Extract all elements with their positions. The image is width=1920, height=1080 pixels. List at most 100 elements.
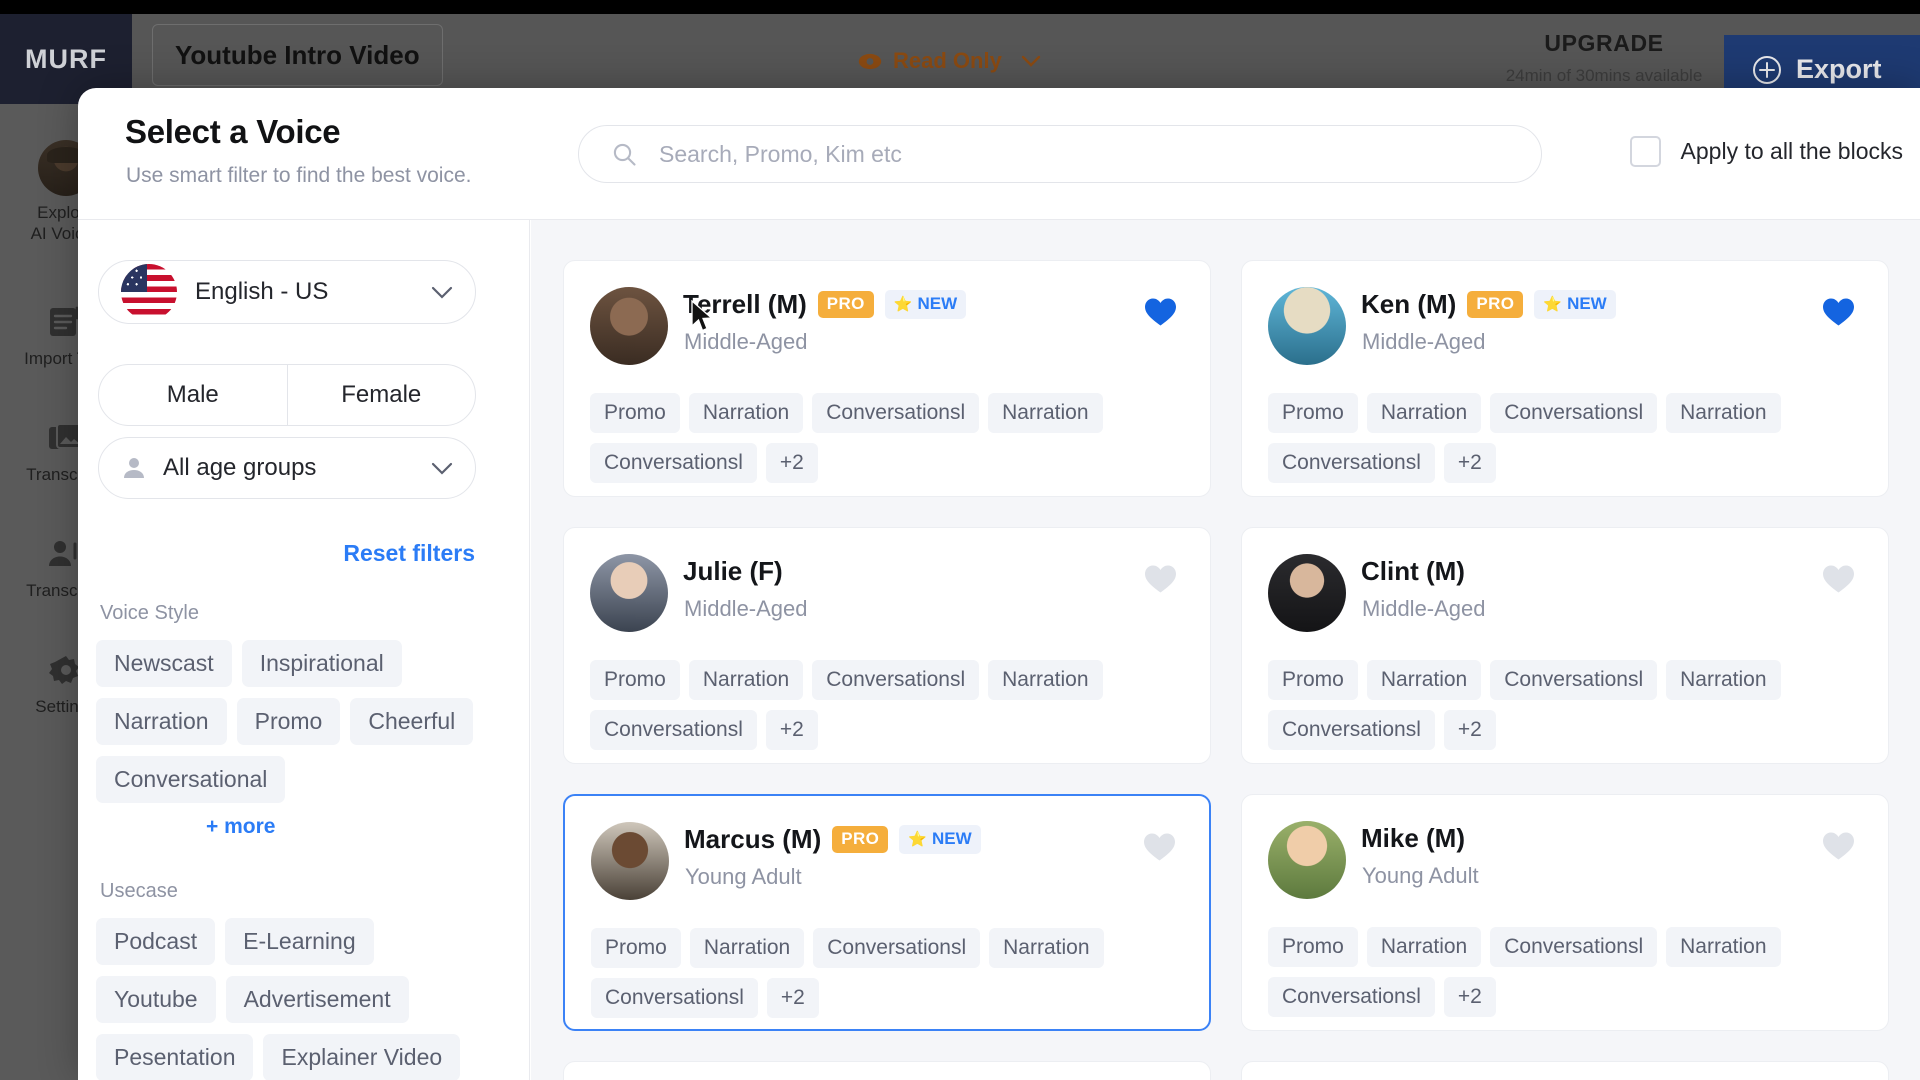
voice-style-chip-4[interactable]: Cheerful — [350, 698, 474, 745]
voice-name: Marcus (M) PRO ⭐ NEW — [684, 824, 981, 855]
favorite-heart-icon[interactable] — [1822, 831, 1855, 861]
voice-tag-2: Conversationsl — [1490, 927, 1658, 967]
voice-tag-5: +2 — [766, 978, 819, 1018]
age-group-value: All age groups — [163, 454, 317, 481]
voice-age-group: Middle-Aged — [1362, 329, 1486, 354]
favorite-heart-icon[interactable] — [1143, 832, 1176, 862]
pro-badge: PRO — [817, 291, 874, 318]
language-select[interactable]: English - US — [98, 260, 476, 324]
voice-card[interactable]: Mike (M) Young Adult Promo Narration Convers… — [1241, 794, 1889, 1031]
person-icon — [124, 458, 144, 478]
star-icon: ⭐ — [1543, 296, 1563, 313]
voice-cards-pane[interactable]: Terrell (M) PRO ⭐ NEW Middle-Aged Promo Narrat… — [531, 220, 1920, 1080]
voice-name-label: Marcus (M) — [684, 824, 822, 854]
favorite-heart-icon[interactable] — [1144, 564, 1177, 594]
age-group-select[interactable]: All age groups — [98, 437, 476, 499]
browser-top-strip — [0, 0, 1920, 14]
filters-panel: English - US Male Female All age groups — [78, 220, 530, 1080]
voice-tag-2: Conversationsl — [812, 660, 980, 700]
voice-style-chip-0[interactable]: Newscast — [96, 640, 232, 687]
search-icon — [613, 143, 636, 166]
pro-badge: PRO — [1467, 291, 1524, 318]
gender-toggle[interactable]: Male Female — [98, 364, 476, 426]
chevron-down-icon — [1021, 55, 1041, 67]
voice-tag-0: Promo — [591, 928, 681, 968]
voice-tag-5: +2 — [1443, 977, 1496, 1017]
voice-avatar — [1268, 554, 1346, 632]
usecase-chip-2[interactable]: Youtube — [96, 976, 216, 1023]
favorite-heart-icon[interactable] — [1144, 297, 1177, 327]
usecase-section-label: Usecase — [100, 880, 178, 902]
project-name-field[interactable]: Youtube Intro Video — [152, 24, 443, 86]
usecase-chip-1[interactable]: E-Learning — [225, 918, 374, 965]
voice-card[interactable]: Terrell (M) PRO ⭐ NEW Middle-Aged Promo Narrat… — [563, 260, 1211, 497]
language-value: English - US — [195, 278, 329, 305]
voice-card[interactable]: Julie (F) Middle-Aged Promo Narration Conver… — [563, 527, 1211, 764]
usecase-chip-5[interactable]: Explainer Video — [263, 1034, 461, 1080]
upgrade-block[interactable]: UPGRADE 24min of 30mins available — [1484, 30, 1724, 86]
voice-card[interactable] — [1241, 1061, 1889, 1080]
voice-avatar — [590, 554, 668, 632]
apply-to-all-blocks-control[interactable]: Apply to all the blocks — [1629, 136, 1903, 167]
read-only-dropdown[interactable]: Read Only — [858, 48, 1041, 74]
favorite-heart-icon[interactable] — [1822, 297, 1855, 327]
voice-tag-1: Narration — [1366, 927, 1482, 967]
search-placeholder: Search, Promo, Kim etc — [659, 140, 902, 167]
gender-option-male[interactable]: Male — [99, 365, 288, 425]
voice-name: Clint (M) — [1361, 556, 1465, 587]
mouse-cursor — [691, 300, 714, 332]
voice-style-chip-1[interactable]: Inspirational — [241, 640, 402, 687]
voice-tag-3: Narration — [989, 928, 1104, 968]
voice-tag-list: Promo Narration Conversationsl Narration Con… — [591, 928, 1171, 1018]
upgrade-label: UPGRADE — [1544, 30, 1664, 56]
apply-to-all-checkbox[interactable] — [1629, 136, 1661, 167]
voice-name-label: Ken (M) — [1361, 289, 1457, 319]
voice-tag-4: Conversationsl — [1268, 710, 1435, 750]
voice-style-chip-5[interactable]: Conversational — [96, 756, 286, 803]
voice-tag-list: Promo Narration Conversationsl Narration Con… — [590, 393, 1170, 483]
favorite-heart-icon[interactable] — [1822, 564, 1855, 594]
pro-badge: PRO — [832, 826, 889, 853]
voice-card[interactable]: Ken (M) PRO ⭐ NEW Middle-Aged Promo Narration C… — [1241, 260, 1889, 497]
voice-card[interactable]: Marcus (M) PRO ⭐ NEW Young Adult Promo Narrati… — [563, 794, 1211, 1031]
voice-name-label: Clint (M) — [1361, 556, 1465, 586]
read-only-label: Read Only — [893, 48, 1002, 73]
new-badge-label: NEW — [1567, 294, 1607, 313]
usecase-chip-3[interactable]: Advertisement — [225, 976, 409, 1023]
gender-option-female[interactable]: Female — [288, 365, 476, 425]
search-input[interactable]: Search, Promo, Kim etc — [578, 125, 1542, 183]
star-icon: ⭐ — [908, 831, 927, 848]
voice-style-chip-list: Newscast Inspirational Narration Promo Cheer… — [96, 640, 496, 803]
us-flag-icon — [121, 264, 177, 320]
voice-avatar — [590, 287, 668, 365]
voice-style-chip-2[interactable]: Narration — [96, 698, 227, 745]
voice-tag-1: Narration — [688, 393, 804, 433]
voice-age-group: Young Adult — [685, 864, 802, 889]
modal-subtitle: Use smart filter to find the best voice. — [126, 164, 472, 187]
voice-card[interactable] — [563, 1061, 1211, 1080]
voice-name: Mike (M) — [1361, 823, 1465, 854]
voice-tag-4: Conversationsl — [1268, 443, 1435, 483]
app-root: MURF Youtube Intro Video Read Only UPGRA… — [0, 0, 1920, 1080]
usecase-chip-0[interactable]: Podcast — [96, 918, 216, 965]
voice-tag-5: +2 — [1443, 443, 1496, 483]
voice-tag-4: Conversationsl — [591, 978, 758, 1018]
voice-tag-1: Narration — [1366, 393, 1482, 433]
voice-style-chip-3[interactable]: Promo — [236, 698, 341, 745]
modal-header: Select a Voice Use smart filter to find … — [78, 88, 1920, 220]
usecase-chip-4[interactable]: Pesentation — [96, 1034, 254, 1080]
new-badge-label: NEW — [931, 829, 972, 848]
voice-name-label: Mike (M) — [1361, 823, 1465, 853]
voice-tag-4: Conversationsl — [590, 443, 757, 483]
voice-card[interactable]: Clint (M) Middle-Aged Promo Narration Conver… — [1241, 527, 1889, 764]
voice-tag-4: Conversationsl — [590, 710, 757, 750]
voice-card-grid: Terrell (M) PRO ⭐ NEW Middle-Aged Promo Narrat… — [563, 260, 1920, 1080]
select-voice-modal: Select a Voice Use smart filter to find … — [78, 88, 1920, 1080]
reset-filters-link[interactable]: Reset filters — [343, 540, 475, 567]
voice-style-more-link[interactable]: + more — [206, 815, 275, 839]
export-label: Export — [1796, 54, 1882, 84]
voice-style-section-label: Voice Style — [100, 602, 199, 624]
voice-tag-list: Promo Narration Conversationsl Narration Con… — [1268, 393, 1848, 483]
project-name-label: Youtube Intro Video — [175, 39, 420, 70]
logo-label: MURF — [25, 43, 107, 74]
